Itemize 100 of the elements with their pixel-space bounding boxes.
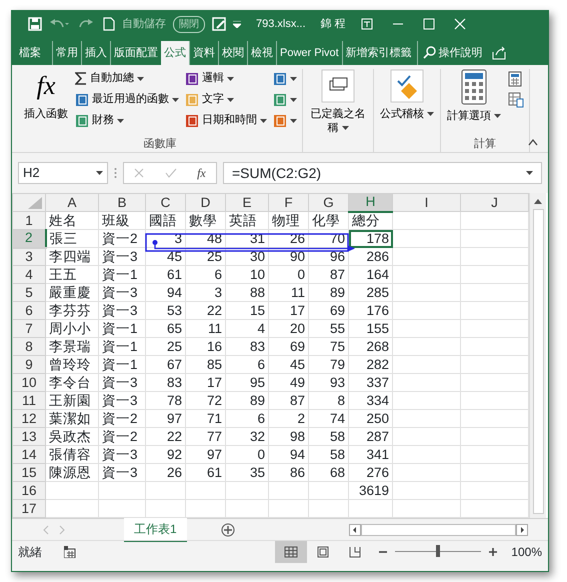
zoom-in-icon[interactable] — [489, 548, 498, 556]
row-header[interactable]: 17 — [12, 500, 46, 518]
row-header[interactable]: 12 — [12, 410, 46, 428]
column-header[interactable]: A — [46, 194, 98, 212]
row-header[interactable]: 1 — [12, 212, 46, 230]
scroll-left-icon[interactable] — [349, 524, 361, 536]
view-button[interactable] — [275, 540, 308, 562]
ribbon-button[interactable]: 最近用過的函數 — [74, 90, 180, 109]
table-cell: 李景瑞 — [46, 338, 98, 356]
scroll-up-icon[interactable] — [533, 197, 543, 205]
table-cell: 6 — [186, 266, 226, 284]
table-cell: 95 — [226, 374, 268, 392]
save-icon[interactable] — [28, 17, 42, 31]
row-header[interactable]: 8 — [12, 338, 46, 356]
row-header[interactable]: 6 — [12, 302, 46, 320]
column-header[interactable]: D — [186, 194, 226, 212]
row-header[interactable]: 2 — [12, 230, 46, 248]
ribbon-button[interactable]: 自動加總 — [74, 69, 180, 88]
customize-caret-icon[interactable] — [233, 20, 241, 28]
insert-function-button[interactable]: fx — [197, 164, 206, 182]
column-header[interactable]: E — [226, 194, 268, 212]
column-header[interactable]: J — [460, 194, 528, 212]
group-label: 函數庫 — [142, 136, 178, 152]
table-cell: 69 — [308, 302, 348, 320]
table-cell: 67 — [146, 356, 186, 374]
ribbon-button[interactable]: 已定義之名稱 — [307, 69, 369, 136]
column-header[interactable]: F — [268, 194, 308, 212]
calculator-icon[interactable] — [508, 70, 522, 86]
caret-icon — [96, 171, 103, 175]
table-cell: 285 — [348, 284, 392, 302]
close-icon[interactable] — [454, 18, 466, 30]
tell-me-field[interactable]: 操作說明 — [438, 44, 483, 61]
add-sheet-icon[interactable] — [220, 522, 235, 536]
maximize-icon[interactable] — [422, 18, 435, 30]
table-cell: 資一1 — [98, 338, 146, 356]
share-icon[interactable] — [492, 46, 506, 60]
new-file-icon[interactable] — [103, 17, 115, 31]
name-box[interactable]: H2 — [18, 162, 108, 184]
table-cell: 資一1 — [98, 320, 146, 338]
ribbon-tab[interactable]: 資料 — [189, 41, 218, 65]
table-cell: 資一3 — [98, 284, 146, 302]
formula-field[interactable]: =SUM(C2:G2) — [223, 162, 542, 184]
row-header[interactable]: 7 — [12, 320, 46, 338]
collapse-ribbon-icon[interactable] — [528, 138, 538, 146]
caret-icon — [494, 114, 501, 118]
column-header[interactable]: B — [98, 194, 146, 212]
row-header[interactable]: 4 — [12, 266, 46, 284]
row-header[interactable]: 16 — [12, 482, 46, 500]
column-header[interactable]: H — [348, 194, 392, 212]
table-cell: 337 — [348, 374, 392, 392]
row-header[interactable]: 13 — [12, 428, 46, 446]
zoom-slider-thumb[interactable] — [436, 545, 440, 557]
row-header[interactable]: 14 — [12, 446, 46, 464]
ribbon-button[interactable]: fx 插入函數 — [22, 69, 70, 136]
table-cell: 20 — [268, 320, 308, 338]
row-header[interactable]: 5 — [12, 284, 46, 302]
table-cell: 72 — [186, 392, 226, 410]
table-cell: 287 — [348, 428, 392, 446]
horizontal-scroll-thumb[interactable] — [361, 524, 516, 536]
row-header[interactable]: 11 — [12, 392, 46, 410]
scroll-right-icon[interactable] — [516, 524, 528, 536]
table-cell: 250 — [348, 410, 392, 428]
scroll-thumb[interactable] — [532, 209, 544, 514]
column-header[interactable]: I — [392, 194, 460, 212]
table-cell: 79 — [308, 356, 348, 374]
table-cell: 83 — [226, 338, 268, 356]
ribbon-tab[interactable]: Power Pivot — [276, 41, 342, 65]
row-header[interactable]: 15 — [12, 464, 46, 482]
sheet-tab[interactable]: 工作表1 — [124, 518, 187, 542]
table-cell: 2 — [268, 410, 308, 428]
table-cell: 李芬芬 — [46, 302, 98, 320]
table-cell: 資一2 — [98, 230, 146, 248]
ribbon-button[interactable]: 日期和時間 — [184, 111, 268, 130]
table-cell: 張三 — [46, 230, 98, 248]
calculator-icon — [460, 69, 488, 105]
table-cell: 姓名 — [46, 212, 98, 230]
ribbon-tab[interactable]: 檢視 — [247, 41, 276, 65]
ribbon-tab[interactable]: 新增索引標籤 — [342, 41, 415, 65]
column-header[interactable]: G — [308, 194, 348, 212]
table-cell: 69 — [268, 338, 308, 356]
ribbon-tab[interactable]: 檔案 — [16, 41, 44, 65]
column-header[interactable]: C — [146, 194, 186, 212]
ribbon-button[interactable]: 邏輯 — [184, 69, 268, 88]
ribbon-tab[interactable]: 公式 — [161, 41, 189, 65]
row-header[interactable]: 10 — [12, 374, 46, 392]
ribbon-tab[interactable]: 插入 — [81, 41, 110, 65]
caret-icon — [342, 126, 348, 130]
ribbon-tab[interactable]: 校閱 — [218, 41, 247, 65]
table-cell: 總分 — [348, 212, 392, 230]
ribbon-button[interactable]: 財務 — [74, 111, 180, 130]
search-icon[interactable] — [422, 46, 436, 60]
ribbon-button[interactable]: 計算選項 — [445, 69, 503, 136]
row-header[interactable]: 9 — [12, 356, 46, 374]
ribbon-button[interactable]: 公式稽核 — [378, 69, 436, 136]
table-cell: 65 — [146, 320, 186, 338]
table-cell: 數學 — [186, 212, 226, 230]
ribbon-button[interactable]: 文字 — [184, 90, 268, 109]
autosave-toggle[interactable]: 關閉 — [173, 16, 205, 32]
table-cell: 嚴重慶 — [46, 284, 98, 302]
ribbon-tab[interactable]: 常用 — [52, 41, 81, 65]
